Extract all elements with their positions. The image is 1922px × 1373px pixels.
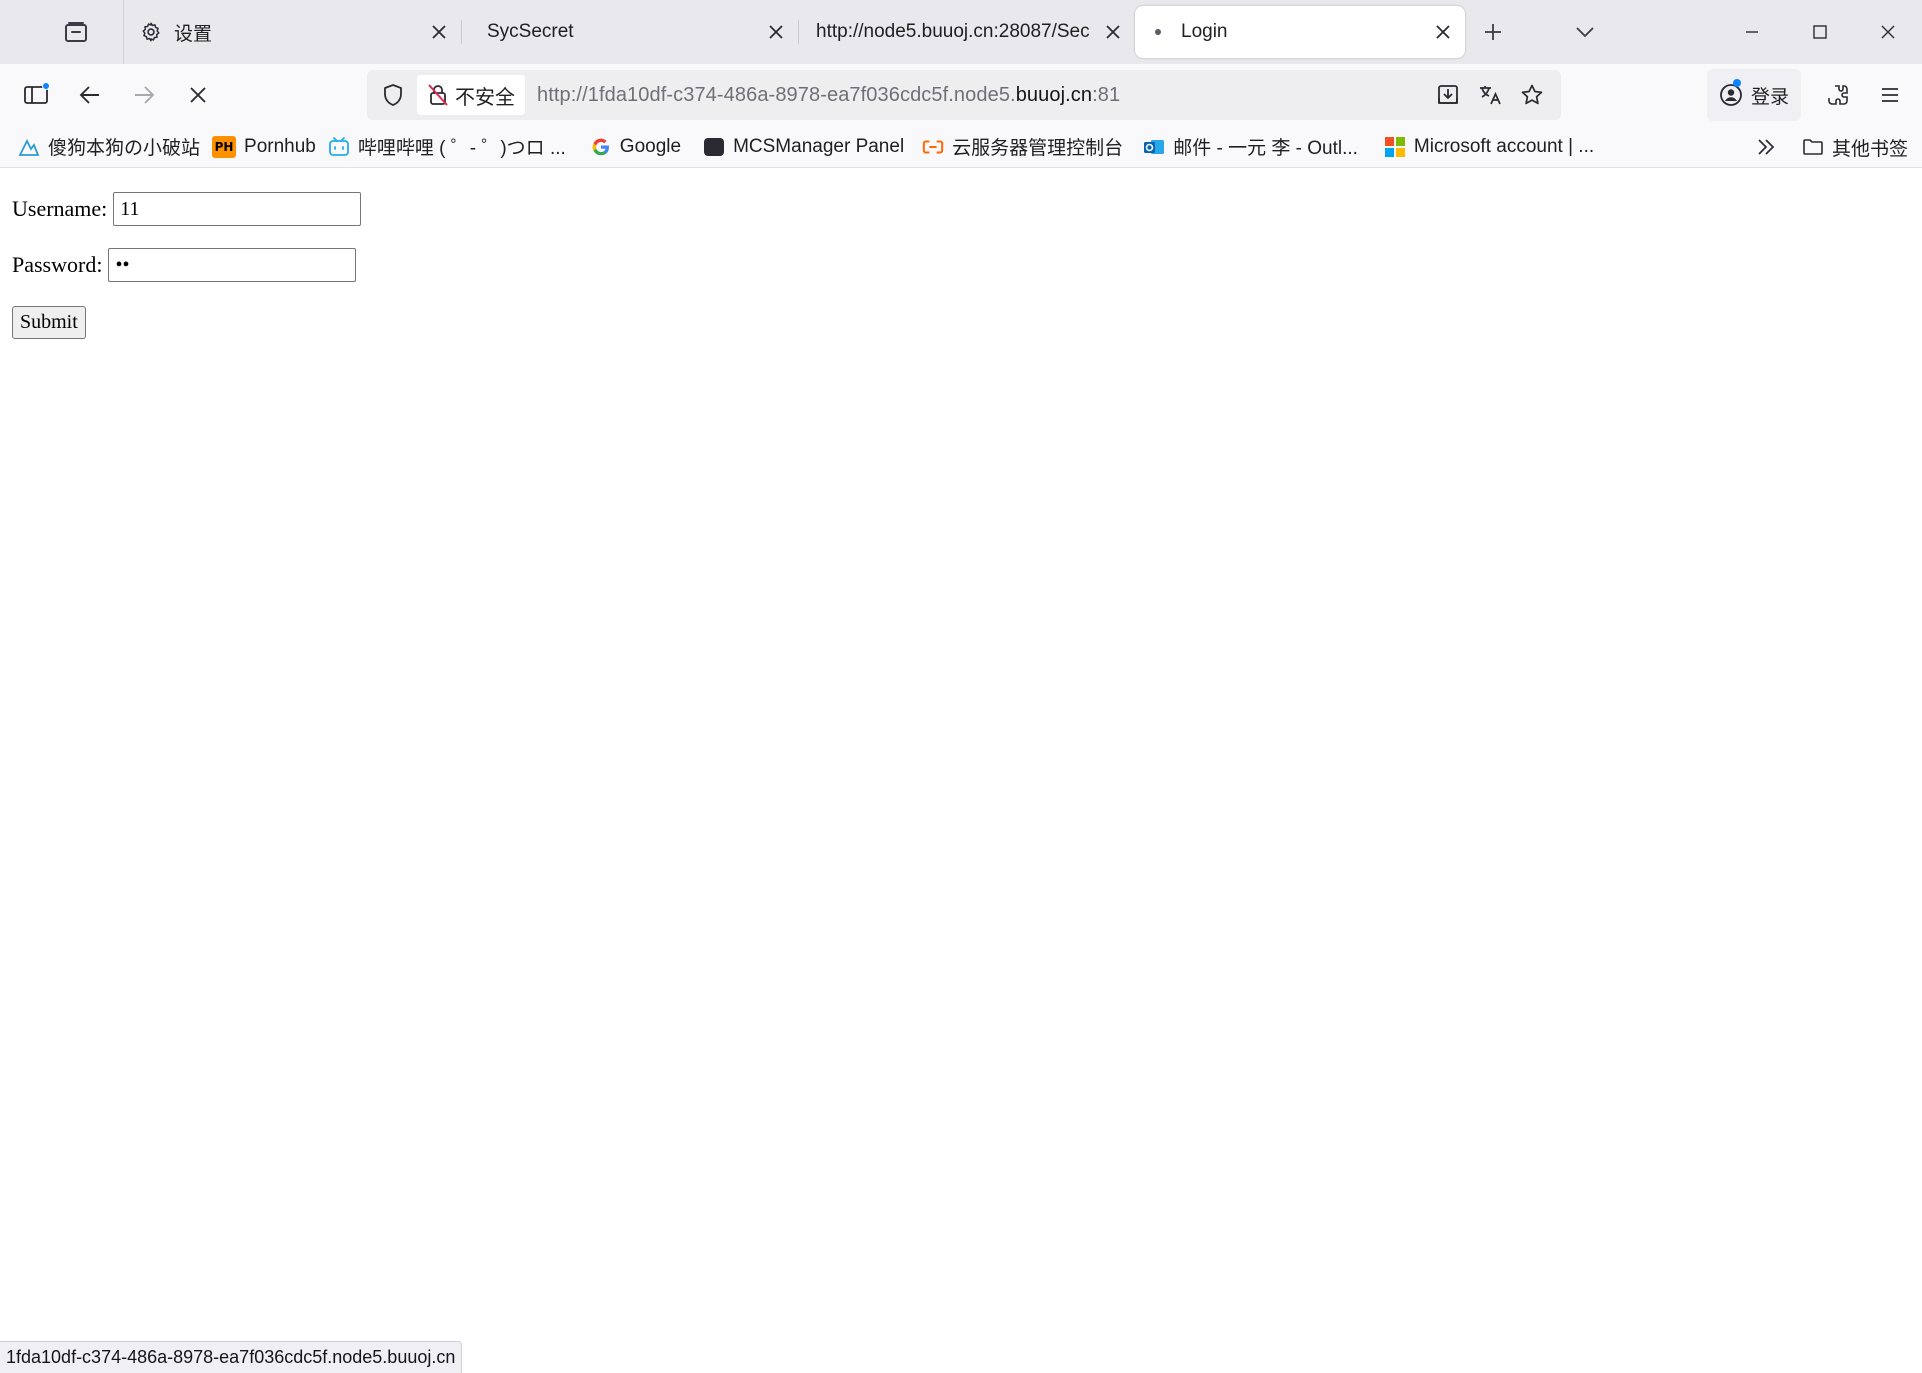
notification-dot [1733, 79, 1741, 87]
back-button[interactable] [68, 73, 112, 117]
insecure-lock-icon [428, 84, 448, 106]
bookmark-item[interactable]: PH Pornhub [206, 130, 322, 164]
bookmark-item[interactable]: 云服务器管理控制台 [916, 130, 1129, 164]
microsoft-logo-icon [1384, 136, 1406, 158]
stop-icon [190, 87, 206, 103]
tab-close-button[interactable] [762, 18, 790, 46]
forward-button[interactable] [122, 73, 166, 117]
loading-dot-icon [1155, 29, 1161, 35]
puzzle-icon [1828, 85, 1848, 105]
tab-login[interactable]: Login [1135, 6, 1465, 58]
bookmark-item[interactable]: Microsoft account | ... [1378, 130, 1600, 164]
account-label: 登录 [1751, 86, 1790, 108]
mcsm-logo-icon [703, 136, 725, 158]
address-bar[interactable]: 不安全 http://1fda10df-c374-486a-8978-ea7f0… [367, 70, 1561, 120]
window-controls [1718, 0, 1922, 64]
password-input[interactable] [108, 248, 357, 282]
tab-close-button[interactable] [1099, 18, 1127, 46]
tab-close-button[interactable] [425, 18, 453, 46]
close-icon [1106, 25, 1120, 39]
outlook-icon [1143, 136, 1165, 158]
username-row: Username: [12, 192, 362, 226]
google-g-icon [590, 136, 612, 158]
submit-button[interactable]: Submit [12, 306, 86, 339]
bilibili-tv-icon [328, 136, 350, 158]
account-icon [1719, 79, 1743, 107]
close-window-button[interactable] [1854, 0, 1922, 64]
aliyun-logo-icon [922, 136, 944, 158]
tab-strip: 设置 SycSecret http://node5.buuoj.cn:28087… [0, 0, 1922, 64]
download-icon [1438, 85, 1458, 104]
folder-icon [1802, 136, 1824, 158]
ph-logo-icon: PH [212, 135, 237, 158]
other-bookmarks-folder[interactable]: 其他书签 [1796, 130, 1914, 164]
app-menu-button[interactable] [1864, 69, 1916, 121]
download-button[interactable] [1427, 74, 1469, 116]
translate-button[interactable] [1469, 74, 1511, 116]
close-icon [432, 25, 446, 39]
page-content: Username: Password: Submit [0, 168, 1922, 1345]
status-bar: 1fda10df-c374-486a-8978-ea7f036cdc5f.nod… [0, 1341, 463, 1373]
tab-title: Login [1181, 21, 1228, 42]
password-label: Password: [12, 252, 103, 277]
account-sign-in-button[interactable]: 登录 [1707, 69, 1802, 121]
password-row: Password: [12, 248, 357, 282]
maximize-button[interactable] [1786, 0, 1854, 64]
url-actions [1427, 70, 1553, 120]
security-label: 不安全 [455, 86, 515, 109]
close-icon [1436, 25, 1450, 39]
mountain-logo-icon [18, 136, 40, 158]
close-icon [769, 25, 783, 39]
bookmark-star-button[interactable] [1511, 74, 1553, 116]
stop-loading-button[interactable] [176, 73, 220, 117]
browser-window: 设置 SycSecret http://node5.buuoj.cn:28087… [0, 0, 1922, 1373]
url-suffix: :81 [1092, 83, 1121, 106]
more-bookmarks-button[interactable] [1746, 130, 1786, 164]
minimize-button[interactable] [1718, 0, 1786, 64]
chevron-down-icon [1576, 27, 1594, 38]
bookmarks-toolbar: 傻狗本狗の小破站 PH Pornhub 哔哩哔哩 ( ゜- ゜)つロ ... G… [0, 126, 1922, 168]
bookmarks-right: 其他书签 [1746, 126, 1914, 168]
plus-icon [1485, 24, 1501, 40]
star-icon [1521, 84, 1543, 105]
minimize-icon [1746, 31, 1758, 33]
url-prefix: http://1fda10df-c374-486a-8978-ea7f036cd… [537, 83, 1016, 106]
tab-node5-url[interactable]: http://node5.buuoj.cn:28087/Sec [798, 6, 1135, 58]
toolbar-right [1812, 64, 1922, 126]
tab-title: 设置 [174, 23, 213, 45]
bookmark-item[interactable]: 傻狗本狗の小破站 [12, 130, 206, 164]
sidebar-button[interactable] [14, 73, 58, 117]
bookmark-item[interactable]: 哔哩哔哩 ( ゜- ゜)つロ ... [322, 130, 572, 164]
translate-icon [1480, 86, 1501, 105]
maximize-icon [1813, 25, 1827, 39]
arrow-right-icon [135, 86, 155, 104]
bookmark-item[interactable]: MCSManager Panel [697, 130, 910, 164]
extensions-button[interactable] [1812, 69, 1864, 121]
gear-icon [140, 21, 162, 43]
tracking-protection-button[interactable] [371, 83, 415, 107]
bookmark-item[interactable]: Google [584, 130, 687, 164]
hamburger-menu-icon [1882, 88, 1898, 102]
tab-close-button[interactable] [1429, 18, 1457, 46]
tab-sycsecret[interactable]: SycSecret [461, 6, 799, 58]
tab-settings[interactable]: 设置 [124, 6, 462, 58]
url-domain: buuoj.cn [1015, 83, 1093, 106]
site-security-indicator[interactable]: 不安全 [417, 75, 525, 115]
tab-title: http://node5.buuoj.cn:28087/Sec [816, 21, 1090, 42]
notification-dot [42, 82, 50, 90]
list-all-tabs-button[interactable] [1543, 6, 1627, 58]
close-icon [1881, 25, 1895, 39]
navigation-toolbar: 不安全 http://1fda10df-c374-486a-8978-ea7f0… [0, 64, 1922, 126]
url-text[interactable]: http://1fda10df-c374-486a-8978-ea7f036cd… [537, 84, 1120, 107]
double-chevron-right-icon [1758, 139, 1775, 155]
tab-title: SycSecret [487, 21, 574, 42]
username-label: Username: [12, 196, 108, 221]
firefox-view-button[interactable] [0, 0, 124, 64]
arrow-left-icon [79, 86, 99, 104]
bookmark-item[interactable]: 邮件 - 一元 李 - Outl... [1137, 130, 1364, 164]
firefox-view-icon [64, 22, 87, 42]
new-tab-button[interactable] [1465, 6, 1521, 58]
shield-icon [384, 84, 402, 106]
username-input[interactable] [113, 192, 362, 226]
